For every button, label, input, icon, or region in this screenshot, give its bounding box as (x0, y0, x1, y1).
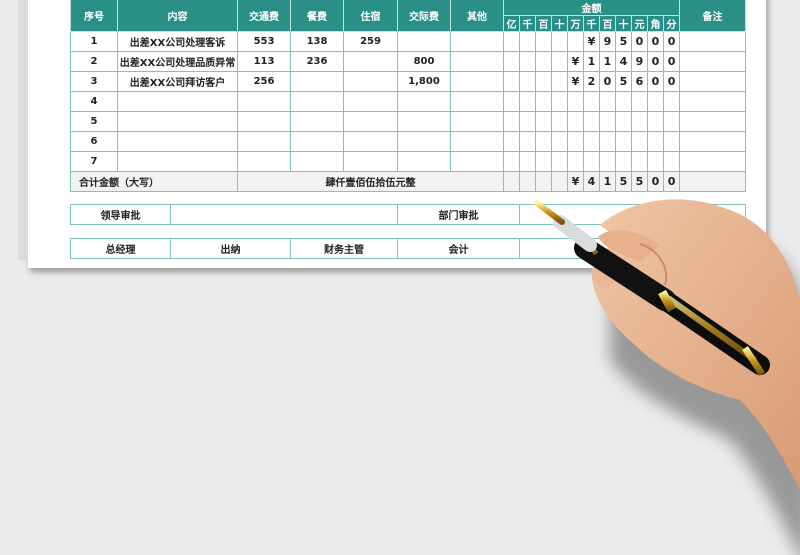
hand-with-pen-image (534, 199, 800, 555)
